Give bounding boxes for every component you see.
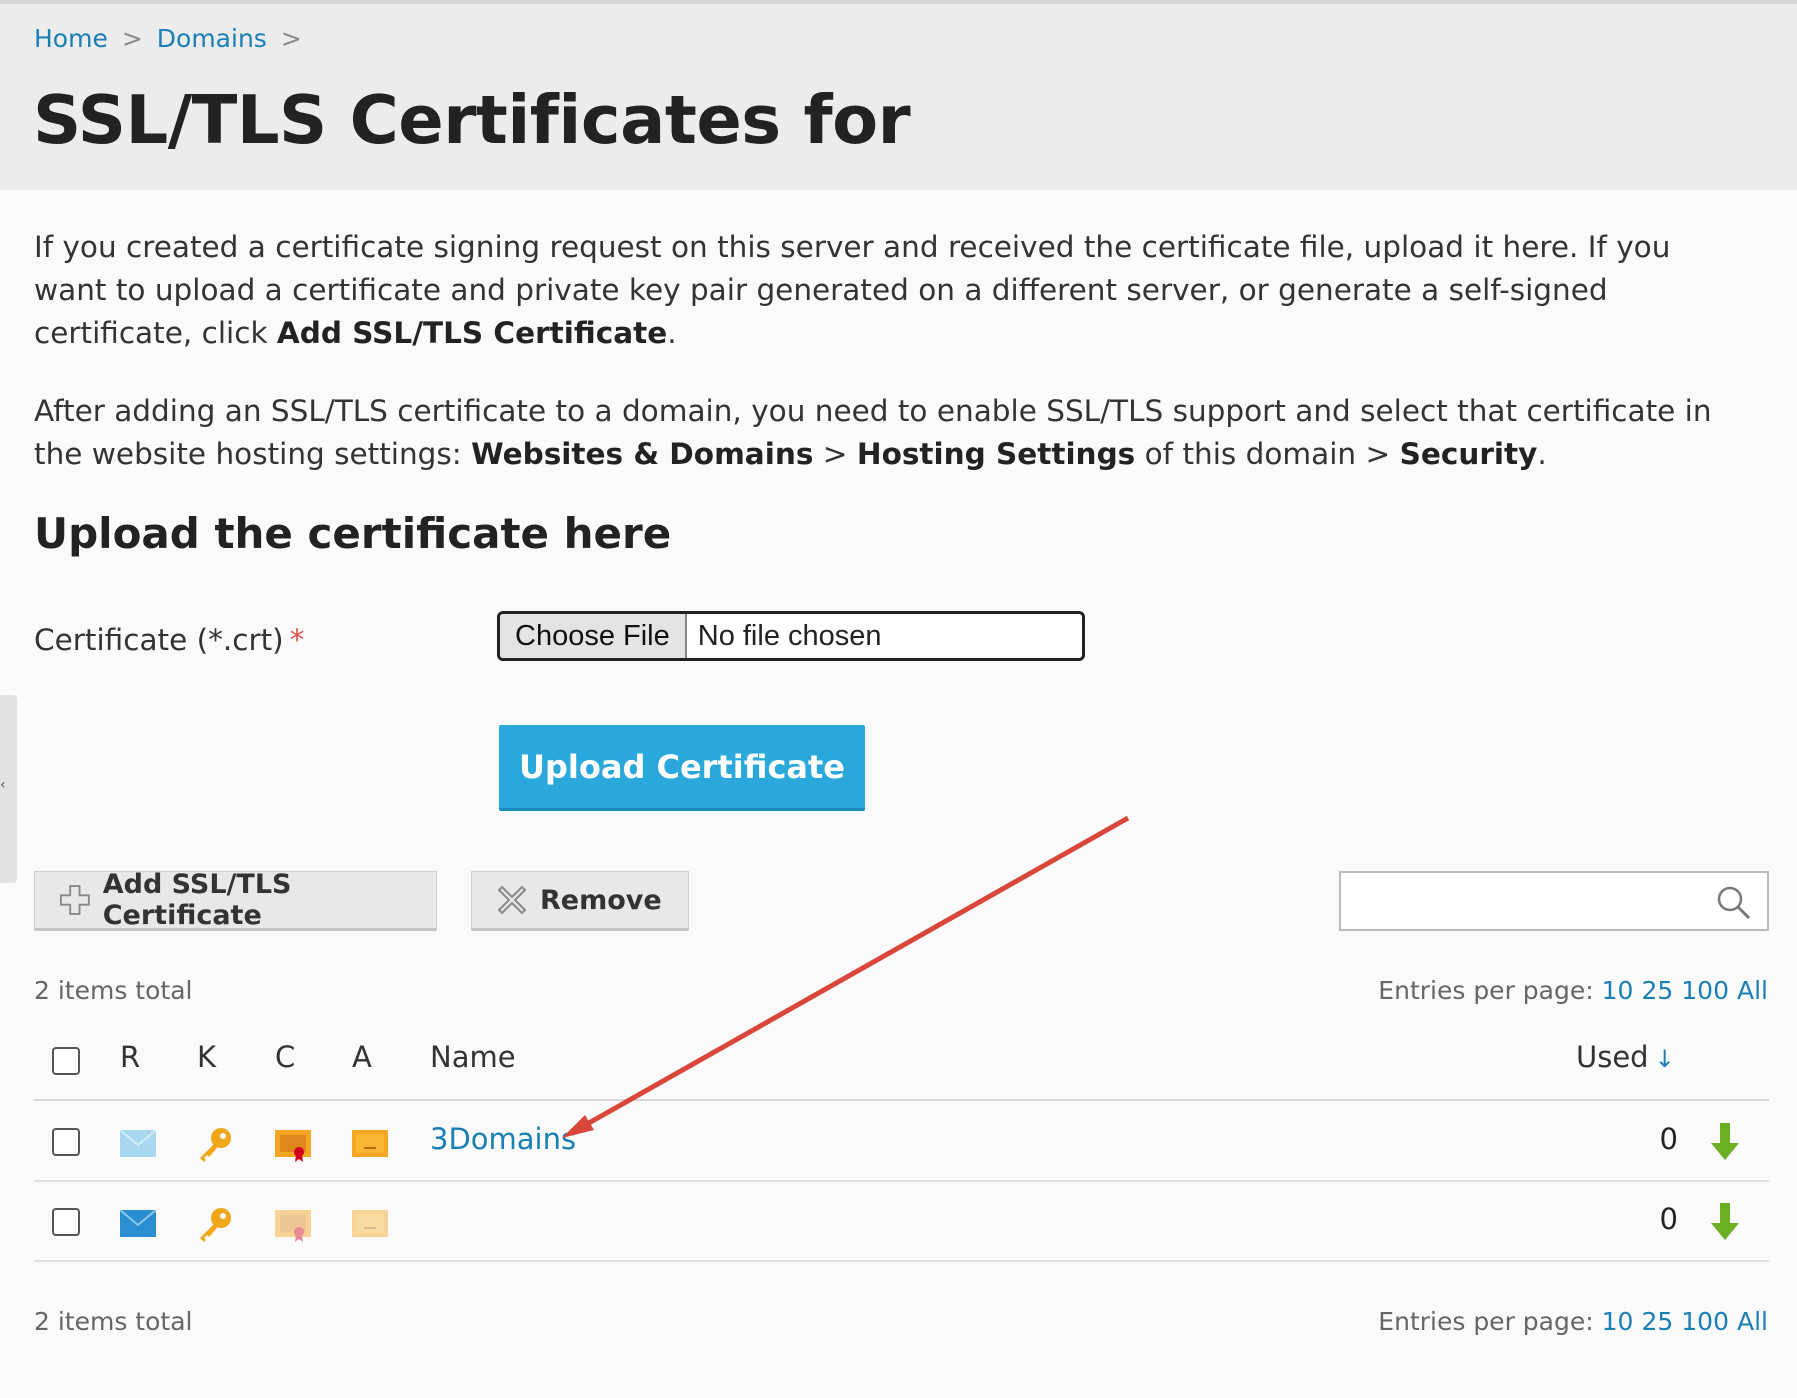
mail-icon — [120, 1130, 156, 1157]
download-arrow-icon[interactable] — [1709, 1203, 1741, 1241]
plus-icon — [59, 885, 90, 915]
breadcrumb-home-link[interactable]: Home — [34, 24, 108, 53]
intro-bold-hosting-settings: Hosting Settings — [856, 437, 1136, 471]
intro-bold-add-certificate: Add SSL/TLS Certificate — [276, 316, 668, 350]
page-size-25[interactable]: 25 — [1641, 976, 1673, 1005]
search-icon[interactable] — [1715, 884, 1753, 922]
page-size-all[interactable]: All — [1737, 1307, 1768, 1336]
add-certificate-button[interactable]: Add SSL/TLS Certificate — [34, 869, 437, 931]
key-icon — [200, 1128, 231, 1162]
row-checkbox[interactable] — [52, 1208, 80, 1236]
ca-certificate-icon — [352, 1130, 388, 1157]
certificate-icon — [275, 1210, 311, 1242]
row-divider — [34, 1260, 1769, 1262]
column-header-a[interactable]: A — [352, 1040, 372, 1074]
intro-text: . — [667, 316, 677, 350]
intro-bold-security: Security — [1399, 437, 1538, 471]
key-icon — [200, 1208, 231, 1242]
certificate-icon — [275, 1130, 311, 1162]
certificate-file-input[interactable]: Choose File No file chosen — [497, 611, 1085, 661]
file-status-text: No file chosen — [697, 619, 882, 652]
used-count: 0 — [1659, 1202, 1678, 1236]
intro-bold-websites-domains: Websites & Domains — [471, 437, 814, 471]
breadcrumb-separator: > — [280, 24, 302, 53]
upload-section-title: Upload the certificate here — [34, 509, 672, 558]
page-size-10[interactable]: 10 — [1602, 976, 1634, 1005]
entries-per-page-bottom: Entries per page: 10 25 100 All — [1378, 1307, 1768, 1336]
page-header: Home > Domains > SSL/TLS Certificates for — [0, 4, 1797, 190]
entries-per-page-top: Entries per page: 10 25 100 All — [1378, 976, 1768, 1005]
remove-label: Remove — [540, 884, 662, 916]
entries-per-page-label: Entries per page: — [1378, 1307, 1594, 1336]
items-total-bottom: 2 items total — [34, 1307, 193, 1336]
download-arrow-icon[interactable] — [1709, 1123, 1741, 1161]
used-count: 0 — [1659, 1122, 1678, 1156]
intro-paragraph-upload: If you created a certificate signing req… — [34, 226, 1734, 355]
ca-certificate-icon — [352, 1210, 388, 1237]
column-header-used[interactable]: Used ↓ — [1576, 1040, 1675, 1074]
page-size-all[interactable]: All — [1737, 976, 1768, 1005]
entries-per-page-label: Entries per page: — [1378, 976, 1594, 1005]
intro-text: . — [1537, 437, 1547, 471]
breadcrumb-domains-link[interactable]: Domains — [157, 24, 267, 53]
intro-text: > — [813, 437, 857, 471]
items-total-top: 2 items total — [34, 976, 193, 1005]
search-field[interactable] — [1339, 871, 1769, 931]
certificate-label-text: Certificate (*.crt) — [34, 623, 284, 657]
page-size-25[interactable]: 25 — [1641, 1307, 1673, 1336]
annotation-arrow-overlay — [562, 815, 1130, 1138]
column-header-r[interactable]: R — [120, 1040, 140, 1074]
collapse-chevron-icon: ‹ — [0, 777, 6, 793]
search-input[interactable] — [1341, 873, 1713, 931]
page-size-100[interactable]: 100 — [1681, 976, 1729, 1005]
upload-certificate-button[interactable]: Upload Certificate — [499, 725, 865, 811]
column-header-c[interactable]: C — [275, 1040, 295, 1074]
add-certificate-label: Add SSL/TLS Certificate — [102, 869, 292, 931]
used-header-label: Used — [1576, 1040, 1649, 1074]
page-size-100[interactable]: 100 — [1681, 1307, 1729, 1336]
remove-x-icon — [497, 885, 527, 915]
column-header-k[interactable]: K — [197, 1040, 216, 1074]
breadcrumb-separator: > — [121, 24, 143, 53]
certificate-name-link[interactable]: 3Domains — [430, 1122, 576, 1156]
annotation-arrow-line — [578, 815, 1130, 1131]
select-all-checkbox[interactable] — [52, 1047, 80, 1075]
column-header-name[interactable]: Name — [430, 1040, 516, 1074]
sidebar-collapse-handle[interactable]: ‹ — [0, 695, 17, 883]
sort-arrow-icon: ↓ — [1654, 1045, 1675, 1073]
intro-text: of this domain > — [1135, 437, 1400, 471]
choose-file-button[interactable]: Choose File — [500, 614, 687, 658]
row-divider — [34, 1180, 1769, 1182]
required-marker: * — [289, 623, 305, 657]
page-title: SSL/TLS Certificates for — [33, 81, 911, 159]
breadcrumb: Home > Domains > — [34, 24, 316, 53]
intro-paragraph-hosting: After adding an SSL/TLS certificate to a… — [34, 390, 1734, 476]
mail-icon — [120, 1210, 156, 1237]
remove-button[interactable]: Remove — [471, 871, 689, 931]
row-checkbox[interactable] — [52, 1128, 80, 1156]
page-size-10[interactable]: 10 — [1602, 1307, 1634, 1336]
certificate-field-label: Certificate (*.crt) * — [34, 623, 304, 657]
table-header-divider — [34, 1099, 1769, 1101]
